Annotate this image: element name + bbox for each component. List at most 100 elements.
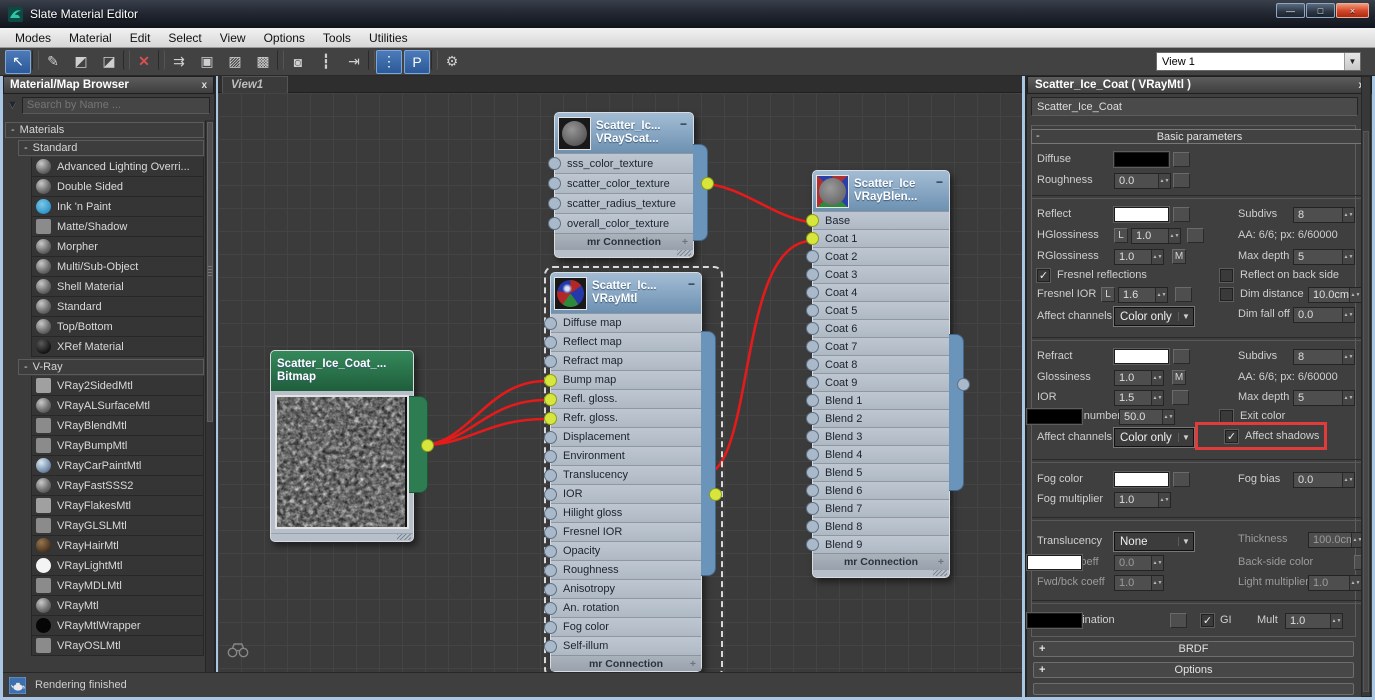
node-input-slot[interactable]: Coat 2 [813,247,949,265]
toolbar-button[interactable] [123,50,130,70]
material-list-item[interactable]: VRay2SidedMtl [31,376,204,396]
group-materials[interactable]: - Materials [5,122,204,138]
ior-map-button[interactable] [1172,390,1189,405]
input-socket[interactable] [544,355,557,368]
toolbar-button[interactable] [158,50,165,70]
input-socket[interactable] [806,430,819,443]
reflect-max-depth-spinner[interactable]: 5▲▼ [1293,249,1355,265]
node-vray-scatter-volume[interactable]: Scatter_Ic... VRayScat... − sss_color_te… [554,112,694,258]
add-slot-icon[interactable]: + [690,658,696,670]
scatter-coeff-spinner[interactable]: 0.0▲▼ [1114,555,1164,571]
material-list-item[interactable]: Standard [31,297,204,317]
material-list-item[interactable]: VRayALSurfaceMtl [31,396,204,416]
material-list-item[interactable]: VRayGLSLMtl [31,516,204,536]
input-socket[interactable] [806,286,819,299]
close-icon[interactable]: x [201,80,207,91]
input-socket[interactable] [544,640,557,653]
input-socket[interactable] [806,412,819,425]
refract-map-button[interactable] [1173,349,1190,364]
node-collapse-button[interactable]: − [688,277,695,291]
material-list-item[interactable]: Shell Material [31,277,204,297]
refract-subdivs-spinner[interactable]: 8▲▼ [1293,349,1355,365]
input-socket[interactable] [544,317,557,330]
diffuse-color-swatch[interactable] [1114,152,1169,167]
input-socket[interactable] [544,602,557,615]
input-socket[interactable] [548,197,561,210]
translucency-dropdown[interactable]: None ▼ [1114,532,1194,551]
input-socket[interactable] [806,466,819,479]
node-input-slot[interactable]: scatter_color_texture [555,173,693,193]
toolbar-button[interactable]: ⚙ [439,50,465,74]
gi-checkbox[interactable] [1201,614,1214,627]
toolbar-button[interactable]: P [404,50,430,74]
node-graph-viewport[interactable]: Scatter_Ic... VRayScat... − sss_color_te… [218,93,1022,672]
browser-scrollbar[interactable] [205,120,214,672]
dim-falloff-spinner[interactable]: 0.0▲▼ [1293,307,1355,323]
material-list-item[interactable]: VRayMDLMtl [31,576,204,596]
node-input-slot[interactable]: Blend 5 [813,463,949,481]
toolbar-button[interactable]: ▨ [222,50,248,74]
affect-channels-dropdown[interactable]: Color only ▼ [1114,307,1194,326]
node-bitmap[interactable]: Scatter_Ice_Coat_... Bitmap [270,350,414,542]
resize-grip[interactable] [933,570,947,576]
mr-connection-row[interactable]: mr Connection + [551,655,701,671]
mult-spinner[interactable]: 1.0▲▼ [1285,613,1343,629]
hglossiness-lock-button[interactable]: L [1114,228,1128,243]
fog-bias-spinner[interactable]: 0.0▲▼ [1293,472,1355,488]
toolbar-button[interactable]: ↖ [5,50,31,74]
hglossiness-spinner[interactable]: 1.0▲▼ [1131,228,1181,244]
node-input-slot[interactable]: Coat 1 [813,229,949,247]
dim-distance-checkbox[interactable] [1220,288,1233,301]
menu-item[interactable]: Select [159,29,210,47]
fresnel-ior-spinner[interactable]: 1.6▲▼ [1118,287,1168,303]
input-socket[interactable] [544,450,557,463]
material-list-item[interactable]: VRayLightMtl [31,556,204,576]
toolbar-button[interactable]: ✎ [40,50,66,74]
toolbar-button[interactable] [32,50,39,70]
resize-grip[interactable] [677,250,691,256]
node-input-slot[interactable]: Reflect map [551,332,701,351]
toolbar-button[interactable]: ▩ [250,50,276,74]
mr-connection-row[interactable]: mr Connection + [813,553,949,569]
node-input-slot[interactable]: Environment [551,446,701,465]
dim-distance-spinner[interactable]: 10.0cm▲▼ [1308,287,1362,303]
node-header[interactable]: Scatter_Ice VRayBlen... − [813,171,949,211]
material-list-item[interactable]: VRayBlendMtl [31,416,204,436]
group-vray[interactable]: - V-Ray [18,359,204,375]
input-socket[interactable] [544,393,557,406]
input-socket[interactable] [806,268,819,281]
ior-spinner[interactable]: 1.5▲▼ [1114,390,1164,406]
rollout-basic-parameters[interactable]: - Basic parameters [1031,129,1368,144]
exit-color-swatch[interactable] [1027,409,1082,424]
input-socket[interactable] [544,336,557,349]
material-list-item[interactable]: Multi/Sub-Object [31,257,204,277]
toolbar-button[interactable] [431,50,438,70]
fwd-bck-coeff-spinner[interactable]: 1.0▲▼ [1114,575,1164,591]
material-list-item[interactable]: VRayMtlWrapper [31,616,204,636]
material-list-item[interactable]: Advanced Lighting Overri... [31,157,204,177]
node-input-slot[interactable]: Refr. gloss. [551,408,701,427]
input-socket[interactable] [544,526,557,539]
affect-channels-dropdown[interactable]: Color only ▼ [1114,428,1194,447]
menu-item[interactable]: Edit [121,29,160,47]
input-socket[interactable] [806,304,819,317]
input-socket[interactable] [544,583,557,596]
input-socket[interactable] [806,538,819,551]
node-input-slot[interactable]: Anisotropy [551,579,701,598]
roughness-map-button[interactable] [1173,173,1190,188]
collapse-toggle[interactable]: - [24,361,28,373]
maximize-button[interactable]: □ [1306,3,1335,18]
toolbar-button[interactable] [368,50,375,70]
node-view-canvas[interactable]: View1 Scatter_Ic... VRay [218,76,1022,672]
input-socket[interactable] [806,250,819,263]
input-socket[interactable] [806,448,819,461]
node-input-slot[interactable]: Diffuse map [551,313,701,332]
input-socket[interactable] [544,374,557,387]
input-socket[interactable] [806,322,819,335]
menu-item[interactable]: Tools [314,29,360,47]
material-list-item[interactable]: VRayMtl [31,596,204,616]
add-slot-icon[interactable]: + [938,556,944,568]
output-socket[interactable] [421,439,434,452]
affect-shadows-checkbox[interactable] [1225,430,1238,443]
node-input-slot[interactable]: Blend 8 [813,517,949,535]
